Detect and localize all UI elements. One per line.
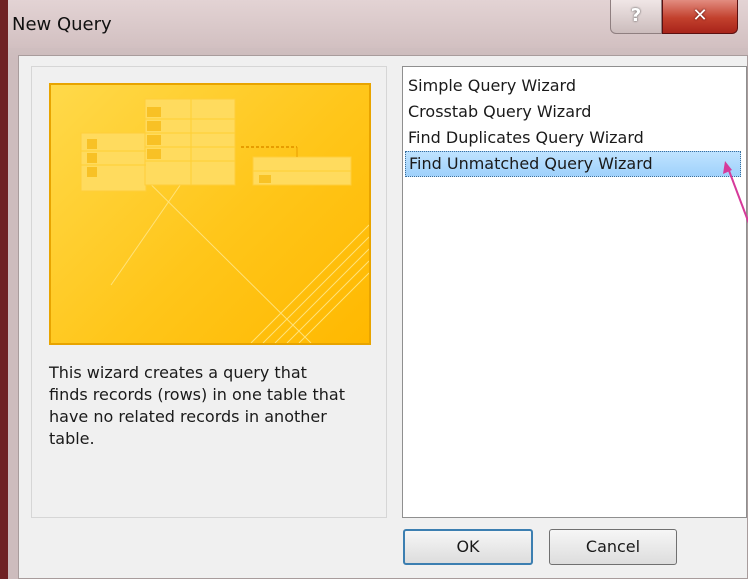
window-title: New Query — [12, 14, 112, 35]
new-query-dialog: New Query ? ✕ This wizard creates a quer… — [0, 0, 748, 579]
list-item-find-unmatched-query-wizard[interactable]: Find Unmatched Query Wizard — [405, 151, 741, 177]
wizard-description: This wizard creates a query that finds r… — [49, 363, 345, 448]
table-diagram-illustration — [80, 98, 369, 343]
question-mark-icon: ? — [630, 5, 642, 26]
wizard-list[interactable]: Simple Query Wizard Crosstab Query Wizar… — [402, 66, 747, 518]
list-item-simple-query-wizard[interactable]: Simple Query Wizard — [405, 73, 741, 99]
close-button[interactable]: ✕ — [662, 0, 738, 34]
title-bar[interactable]: New Query ? ✕ — [8, 0, 748, 48]
cancel-button[interactable]: Cancel — [549, 529, 677, 565]
list-item-crosstab-query-wizard[interactable]: Crosstab Query Wizard — [405, 99, 741, 125]
close-icon: ✕ — [692, 5, 708, 26]
wizard-info-panel: This wizard creates a query that finds r… — [31, 66, 387, 518]
wizard-preview-image — [49, 83, 371, 345]
list-item-find-duplicates-query-wizard[interactable]: Find Duplicates Query Wizard — [405, 125, 741, 151]
ok-button[interactable]: OK — [403, 529, 533, 565]
help-button[interactable]: ? — [610, 0, 662, 34]
dialog-body: This wizard creates a query that finds r… — [18, 55, 748, 579]
